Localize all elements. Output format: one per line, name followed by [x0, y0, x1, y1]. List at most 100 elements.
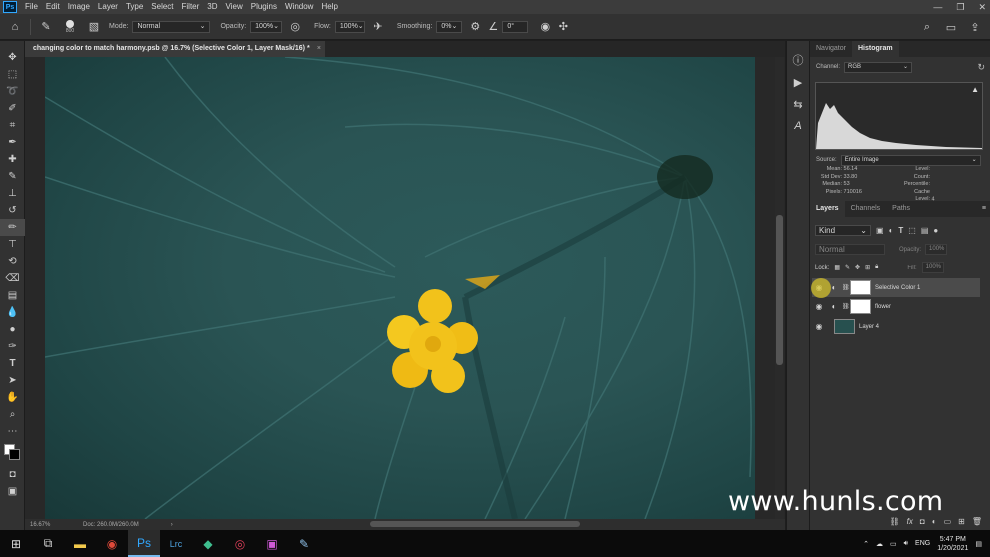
mode-dropdown[interactable]: Normal ⌄	[132, 20, 211, 33]
chain-link-icon[interactable]: ⛓	[842, 303, 850, 310]
chrome-icon[interactable]: ◉	[96, 530, 128, 557]
adjustments-icon[interactable]: ⇆	[787, 93, 809, 115]
app-icon-purple[interactable]: ▣	[256, 530, 288, 557]
menu-filter[interactable]: Filter	[178, 0, 204, 14]
onedrive-icon[interactable]: ☁	[876, 540, 883, 548]
eraser-tool-icon[interactable]: ⌫	[0, 270, 25, 287]
maximize-button[interactable]: ❐	[956, 0, 964, 14]
angle-field[interactable]: 0°	[502, 20, 529, 33]
stamp-tool-icon[interactable]: ⊤	[0, 236, 25, 253]
task-view-icon[interactable]: ⧉	[32, 530, 64, 557]
document-tab[interactable]: changing color to match harmony.psb @ 16…	[25, 41, 325, 57]
volume-icon[interactable]: 🔊︎	[904, 540, 908, 548]
type-tool-icon[interactable]: T	[0, 355, 25, 372]
gradient-tool-icon[interactable]: ▤	[0, 287, 25, 304]
filter-adjustment-icon[interactable]: ◐	[889, 226, 894, 235]
search-icon[interactable]: ⌕	[918, 18, 936, 36]
lock-position-icon[interactable]: ✥	[855, 264, 860, 271]
eye-icon[interactable]: ◉	[812, 302, 826, 311]
lock-artboard-icon[interactable]: ⊞	[865, 264, 870, 271]
layer-thumbnail[interactable]	[834, 319, 855, 334]
brush-tool-icon[interactable]: ✎	[0, 168, 25, 185]
hand-tool-icon[interactable]: ✋	[0, 389, 25, 406]
brush-tool-preset-icon[interactable]: ✎	[37, 18, 55, 36]
menu-plugins[interactable]: Plugins	[247, 0, 281, 14]
app-icon-green[interactable]: ◆	[192, 530, 224, 557]
share-icon[interactable]: ⇪	[966, 18, 984, 36]
menu-select[interactable]: Select	[147, 0, 177, 14]
tray-chevron-icon[interactable]: ⌃	[863, 540, 869, 548]
screen-mode-icon[interactable]: ▣	[0, 483, 25, 500]
zoom-tool-icon[interactable]: ⌕	[0, 406, 25, 423]
filter-smart-object-icon[interactable]: ▤	[921, 226, 929, 235]
minimize-button[interactable]: —	[933, 0, 942, 14]
file-explorer-icon[interactable]: ▬	[64, 530, 96, 557]
photoshop-taskbar-icon[interactable]: Ps	[128, 530, 160, 557]
quick-select-tool-icon[interactable]: ✐	[0, 100, 25, 117]
menu-layer[interactable]: Layer	[94, 0, 122, 14]
tab-paths[interactable]: Paths	[886, 201, 916, 217]
symmetry-icon[interactable]: ✣	[554, 18, 572, 36]
status-arrow-icon[interactable]: ›	[171, 522, 173, 528]
close-tab-icon[interactable]: ×	[317, 41, 321, 57]
dodge-tool-icon[interactable]: ●	[0, 321, 25, 338]
lock-all-icon[interactable]: 🔒︎	[875, 264, 878, 271]
panel-menu-icon[interactable]: ≡	[982, 201, 986, 217]
info-icon[interactable]: ⓘ	[787, 49, 809, 71]
menu-window[interactable]: Window	[281, 0, 317, 14]
brush-settings-icon[interactable]: ▧	[85, 18, 103, 36]
windows-start-icon[interactable]: ⊞	[0, 530, 32, 557]
home-icon[interactable]: ⌂	[6, 18, 24, 36]
crop-tool-icon[interactable]: ⌗	[0, 117, 25, 134]
healing-brush-tool-icon[interactable]: ✚	[0, 151, 25, 168]
airbrush-icon[interactable]: ✈	[369, 18, 387, 36]
clock[interactable]: 5:47 PM 1/20/2021	[937, 535, 968, 553]
tab-navigator[interactable]: Navigator	[810, 41, 852, 57]
blur-tool-icon[interactable]: 💧	[0, 304, 25, 321]
layer-row-selective-color[interactable]: ◉ ◐ ⛓ Selective Color 1	[812, 278, 980, 297]
history-brush-tool-icon[interactable]: ↺	[0, 202, 25, 219]
move-tool-icon[interactable]: ✥	[0, 49, 25, 66]
menu-3d[interactable]: 3D	[203, 0, 221, 14]
brush-size-picker[interactable]: 800	[61, 19, 79, 34]
character-icon[interactable]: A	[787, 115, 809, 137]
color-swatches[interactable]	[0, 440, 24, 466]
blend-mode-dropdown[interactable]: Normal	[815, 244, 885, 255]
tab-layers[interactable]: Layers	[810, 201, 845, 217]
layer-row-flower[interactable]: ◉ ◐ ⛓ flower	[812, 297, 980, 316]
more-tools-icon[interactable]: ⋯	[0, 423, 25, 440]
layer-row-layer-4[interactable]: ◉ Layer 4	[812, 317, 980, 336]
menu-image[interactable]: Image	[64, 0, 94, 14]
lightroom-classic-icon[interactable]: Lrc	[160, 530, 192, 557]
lock-transparent-icon[interactable]: ▦	[834, 264, 840, 271]
brush-tool-active-icon[interactable]: ✏	[0, 219, 25, 236]
eye-icon[interactable]: ◉	[812, 322, 826, 331]
menu-view[interactable]: View	[222, 0, 247, 14]
lock-pixels-icon[interactable]: ✎	[845, 264, 850, 271]
clone-stamp-tool-icon[interactable]: ⊥	[0, 185, 25, 202]
smoothing-field[interactable]: 0% ⌄	[436, 20, 463, 33]
refresh-icon[interactable]: ↻	[977, 62, 985, 73]
path-select-tool-icon[interactable]: ➤	[0, 372, 25, 389]
flow-field[interactable]: 100% ⌄	[334, 20, 365, 33]
art-history-brush-icon[interactable]: ⟲	[0, 253, 25, 270]
workspace-icon[interactable]: ▭	[942, 18, 960, 36]
app-icon-red[interactable]: ◎	[224, 530, 256, 557]
warning-icon[interactable]: ▲	[971, 85, 979, 94]
tab-histogram[interactable]: Histogram	[851, 41, 899, 57]
notifications-icon[interactable]: ▤	[975, 540, 982, 548]
filter-shape-icon[interactable]: ⬚	[908, 226, 916, 235]
pressure-size-icon[interactable]: ◉	[536, 18, 554, 36]
layer-opacity-field[interactable]: 100%	[925, 244, 948, 255]
close-window-button[interactable]: ✕	[978, 0, 986, 14]
app-icon-notes[interactable]: ✎	[288, 530, 320, 557]
menu-file[interactable]: File	[21, 0, 42, 14]
gear-icon[interactable]: ⚙	[466, 18, 484, 36]
keyboard-language[interactable]: ENG	[915, 540, 930, 547]
tab-channels[interactable]: Channels	[845, 201, 887, 217]
chain-link-icon[interactable]: ⛓	[842, 284, 850, 291]
eyedropper-tool-icon[interactable]: ✒	[0, 134, 25, 151]
document-canvas[interactable]	[45, 57, 755, 519]
filter-kind-dropdown[interactable]: Kind ⌄	[815, 225, 871, 236]
menu-help[interactable]: Help	[317, 0, 341, 14]
